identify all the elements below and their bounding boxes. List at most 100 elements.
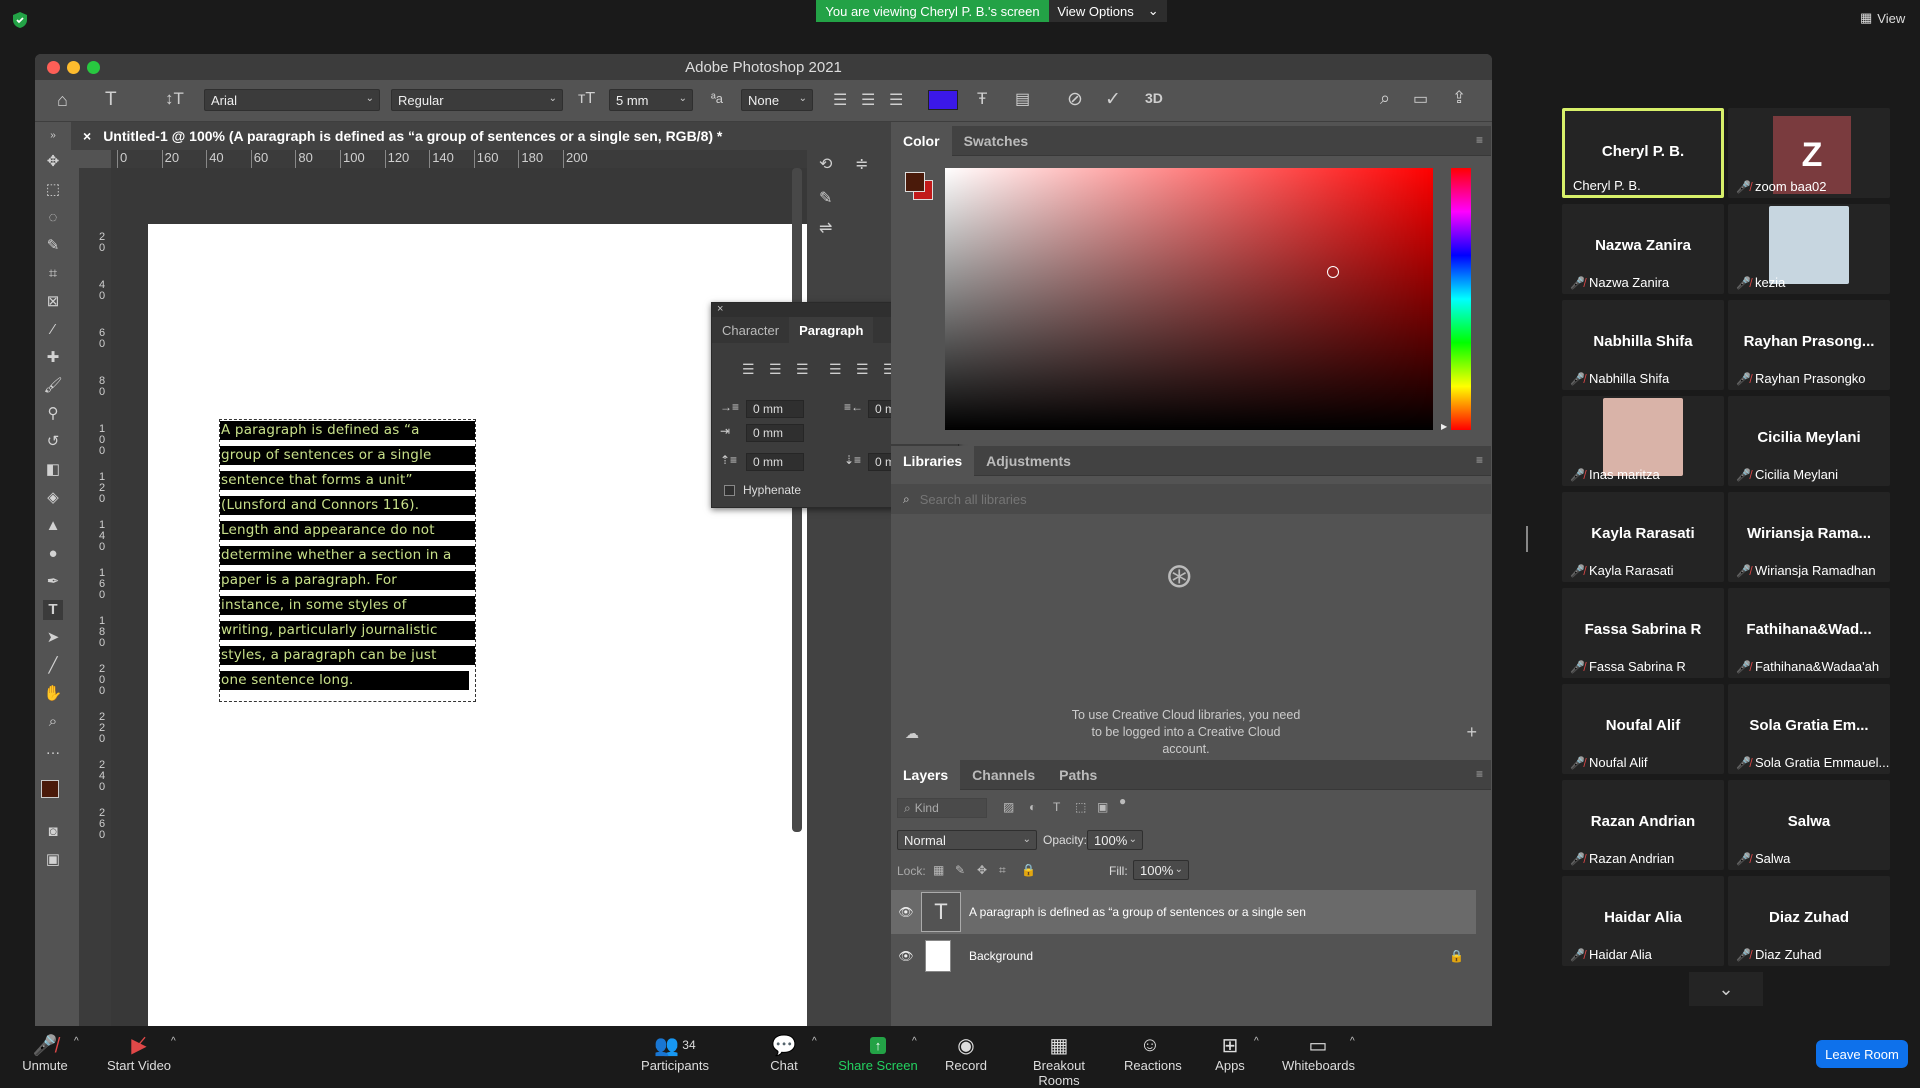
tab-swatches[interactable]: Swatches (952, 126, 1041, 156)
blur-tool-icon[interactable]: ▲ (43, 516, 63, 536)
tab-channels[interactable]: Channels (960, 760, 1047, 790)
crop-tool-icon[interactable]: ⌗ (43, 264, 63, 284)
hue-slider-handle-icon[interactable]: ▶ (1441, 422, 1447, 431)
security-shield-icon[interactable] (10, 10, 30, 30)
3d-icon[interactable]: 3D (1145, 90, 1163, 106)
align-left-icon[interactable]: ☰ (833, 90, 847, 110)
tab-paths[interactable]: Paths (1047, 760, 1109, 790)
panel-menu-icon[interactable]: ≡ (1476, 767, 1483, 781)
lock-all-icon[interactable]: 🔒 (1021, 863, 1036, 877)
indent-first-line-field[interactable]: 0 mm (746, 424, 804, 442)
foreground-color-swatch[interactable] (41, 780, 59, 798)
tab-layers[interactable]: Layers (891, 759, 961, 790)
align-left-icon[interactable]: ☰ (742, 361, 755, 378)
cloud-sync-icon[interactable]: ☁ (905, 725, 919, 742)
view-options-button[interactable]: View Options ⌄ (1049, 0, 1167, 22)
participant-tile[interactable]: Fathihana&Wad... 🎤̸ Fathihana&Wadaa'ah (1728, 588, 1890, 678)
visibility-eye-icon[interactable]: 👁 (891, 949, 921, 963)
participant-tile[interactable]: Salwa 🎤̸ Salwa (1728, 780, 1890, 870)
clone-stamp-tool-icon[interactable]: ⚲ (43, 404, 63, 424)
tab-paragraph[interactable]: Paragraph (789, 317, 874, 343)
panel-menu-icon[interactable]: ≡ (1476, 133, 1483, 147)
filter-pixel-icon[interactable]: ▨ (1003, 800, 1014, 814)
gallery-next-page-button[interactable]: ⌄ (1689, 972, 1763, 1006)
whiteboard-options-chevron-icon[interactable]: ^ (1350, 1036, 1355, 1047)
antialias-select[interactable]: None ⌄ (741, 89, 813, 111)
audio-options-chevron-icon[interactable]: ^ (74, 1036, 79, 1047)
participant-tile[interactable]: Kayla Rarasati 🎤̸ Kayla Rarasati (1562, 492, 1724, 582)
participants-button[interactable]: 👥 34 Participants (640, 1032, 710, 1074)
minimize-window-button[interactable] (67, 61, 80, 74)
panel-menu-icon[interactable]: ≡ (1476, 453, 1483, 467)
share-icon[interactable]: ⇪ (1452, 88, 1466, 108)
quick-select-tool-icon[interactable]: ✎ (43, 236, 63, 256)
type-tool-icon[interactable]: T (105, 89, 117, 111)
dodge-tool-icon[interactable]: ● (43, 544, 63, 564)
participant-tile[interactable]: 🎤̸ Inas maritza (1562, 396, 1724, 486)
lock-artboard-icon[interactable]: ⌗ (999, 863, 1006, 878)
align-right-icon[interactable]: ☰ (796, 361, 809, 378)
library-search[interactable]: ⌕ (891, 484, 1491, 514)
marquee-tool-icon[interactable]: ⬚ (43, 180, 63, 200)
participant-tile[interactable]: Z 🎤̸ zoom baa02 (1728, 108, 1890, 198)
paint-bucket-tool-icon[interactable]: ◈ (43, 488, 63, 508)
hyphenate-checkbox[interactable] (724, 484, 735, 496)
type-tool-icon[interactable]: T (43, 600, 63, 620)
layer-filter-kind[interactable]: ⌕ Kind (897, 798, 987, 818)
chat-button[interactable]: 💬 Chat (762, 1032, 806, 1074)
view-toggle-button[interactable]: ▦ View (1860, 10, 1905, 26)
tab-adjustments[interactable]: Adjustments (974, 446, 1083, 476)
filter-smart-object-icon[interactable]: ▣ (1097, 800, 1108, 814)
justify-last-left-icon[interactable]: ☰ (829, 361, 842, 378)
text-orientation-icon[interactable]: ↕T (165, 89, 184, 109)
text-color-swatch[interactable] (928, 90, 958, 110)
filter-toggle-icon[interactable]: ● (1119, 794, 1126, 808)
pen-tool-icon[interactable]: ✒ (43, 572, 63, 592)
hyphenate-option[interactable]: Hyphenate (724, 483, 801, 497)
chat-options-chevron-icon[interactable]: ^ (812, 1036, 817, 1047)
quick-mask-icon[interactable]: ◙ (43, 822, 63, 842)
search-icon[interactable]: ⌕ (1380, 88, 1390, 109)
filter-shape-icon[interactable]: ⬚ (1075, 800, 1086, 814)
more-tools-icon[interactable]: … (43, 740, 63, 760)
align-right-icon[interactable]: ☰ (889, 90, 903, 110)
participant-tile[interactable]: Cicilia Meylani 🎤̸ Cicilia Meylani (1728, 396, 1890, 486)
lock-image-icon[interactable]: ✎ (955, 863, 965, 877)
paragraph-text-box[interactable]: A paragraph is defined as “a group of sen… (219, 419, 476, 702)
line-tool-icon[interactable]: ╱ (43, 656, 63, 676)
opacity-field[interactable]: 100% ⌄ (1087, 830, 1143, 850)
warp-text-icon[interactable]: Ŧ (977, 89, 987, 109)
frame-tool-icon[interactable]: ⊠ (43, 292, 63, 312)
adjust-panel-icon[interactable]: ⇌ (819, 218, 832, 238)
history-panel-icon[interactable]: ⟲ (819, 154, 832, 174)
lock-position-icon[interactable]: ✥ (977, 863, 987, 877)
workspace-icon[interactable]: ▭ (1413, 89, 1428, 109)
lock-transparent-icon[interactable]: ▦ (933, 863, 944, 877)
visibility-eye-icon[interactable]: 👁 (891, 905, 921, 919)
align-center-icon[interactable]: ☰ (861, 90, 875, 110)
participant-tile[interactable]: Wiriansja Rama... 🎤̸ Wiriansja Ramadhan (1728, 492, 1890, 582)
filter-type-icon[interactable]: T (1053, 800, 1060, 814)
collapse-icon[interactable]: » (43, 126, 63, 146)
path-selection-tool-icon[interactable]: ➤ (43, 628, 63, 648)
close-tab-icon[interactable]: × (83, 128, 91, 144)
participant-tile[interactable]: Nabhilla Shifa 🎤̸ Nabhilla Shifa (1562, 300, 1724, 390)
library-search-input[interactable] (919, 491, 1320, 507)
color-field[interactable] (945, 168, 1433, 430)
apps-button[interactable]: ⊞ Apps (1210, 1032, 1250, 1074)
hue-slider[interactable] (1451, 168, 1471, 430)
layer-row[interactable]: 👁 T A paragraph is defined as “a group o… (891, 890, 1476, 934)
start-video-button[interactable]: ▶̸ Start Video (104, 1032, 174, 1074)
participant-tile[interactable]: Cheryl P. B. Cheryl P. B. (1562, 108, 1724, 198)
foreground-color-chip[interactable] (905, 172, 925, 192)
whiteboards-button[interactable]: ▭ Whiteboards (1282, 1032, 1355, 1074)
font-family-select[interactable]: Arial ⌄ (204, 89, 380, 111)
tab-character[interactable]: Character (712, 317, 789, 343)
share-options-chevron-icon[interactable]: ^ (912, 1036, 917, 1047)
indent-left-field[interactable]: 0 mm (746, 400, 804, 418)
screen-mode-icon[interactable]: ▣ (43, 850, 63, 870)
brush-settings-icon[interactable]: ✎ (819, 188, 832, 208)
participant-tile[interactable]: Sola Gratia Em... 🎤̸ Sola Gratia Emmauel..… (1728, 684, 1890, 774)
maximize-window-button[interactable] (87, 61, 100, 74)
participant-tile[interactable]: Noufal Alif 🎤̸ Noufal Alif (1562, 684, 1724, 774)
